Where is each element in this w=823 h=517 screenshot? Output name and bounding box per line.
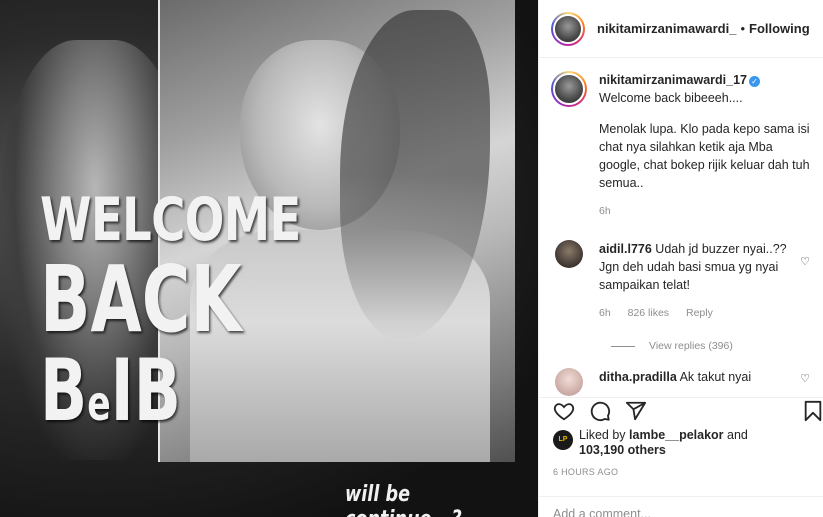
caption-line-2: Menolak lupa. Klo pada kepo sama isi cha… — [599, 122, 810, 190]
caption: nikitamirzanimawardi_17 ✓ Welcome back bib… — [551, 71, 810, 220]
caption-body: nikitamirzanimawardi_17 ✓ Welcome back bib… — [599, 71, 810, 220]
view-replies-label: View replies (396) — [649, 340, 733, 352]
likes-mid: and — [727, 428, 748, 442]
liker-avatar[interactable]: LP — [553, 430, 573, 450]
comment-body: aidil.l776 Udah jd buzzer nyai..?? Jgn d… — [599, 240, 799, 322]
overlay-title: WELCOME BACK BeIB — [40, 190, 374, 434]
comment-body: ditha.pradilla Ak takut nyai — [599, 368, 799, 396]
header-avatar[interactable] — [551, 11, 585, 46]
comment-like-heart-icon[interactable]: ♡ — [800, 372, 810, 385]
comments-section[interactable]: nikitamirzanimawardi_17 ✓ Welcome back bib… — [539, 59, 823, 397]
comment-time[interactable]: 6h — [599, 307, 611, 319]
overlay-line-2: BACK — [40, 246, 242, 353]
post-image[interactable]: WELCOME BACK BeIB will be continue...? — [0, 0, 538, 517]
liker-username[interactable]: lambe__pelakor — [629, 428, 724, 442]
comment-username[interactable]: ditha.pradilla — [599, 370, 677, 384]
caption-meta: 6h — [599, 202, 810, 220]
view-replies-button[interactable]: View replies (396) — [611, 340, 810, 352]
caption-time[interactable]: 6h — [599, 205, 611, 217]
comment-item: aidil.l776 Udah jd buzzer nyai..?? Jgn d… — [551, 240, 810, 322]
overlay-line-3-a: B — [40, 341, 88, 441]
header-username[interactable]: nikitamirzanimawardi_ — [597, 21, 736, 36]
comment-username[interactable]: aidil.l776 — [599, 242, 652, 256]
caption-text-1: nikitamirzanimawardi_17 ✓ Welcome back bib… — [599, 71, 810, 107]
heart-icon[interactable] — [553, 400, 575, 427]
avatar — [553, 73, 585, 105]
comment-item: ditha.pradilla Ak takut nyai ♡ — [551, 368, 810, 396]
likes-count[interactable]: 103,190 others — [579, 443, 666, 457]
replies-divider — [611, 345, 635, 347]
overlay-line-3-c: IB — [110, 341, 181, 441]
add-comment-input[interactable]: Add a comment... — [539, 496, 823, 517]
caption-line-1: Welcome back bibeeeh.... — [599, 91, 743, 105]
likes-summary: LP Liked by lambe__pelakor and 103,190 o… — [553, 428, 748, 458]
post-timestamp[interactable]: 6 HOURS AGO — [553, 467, 618, 477]
likes-text: Liked by lambe__pelakor and 103,190 othe… — [579, 428, 748, 458]
comment-text: Ak takut nyai — [679, 370, 752, 384]
comment-avatar[interactable] — [555, 240, 583, 268]
comment-likes[interactable]: 826 likes — [628, 307, 669, 319]
post-header: nikitamirzanimawardi_ • Following — [539, 0, 823, 58]
comment-meta: 6h 826 likes Reply — [599, 304, 799, 322]
following-button[interactable]: Following — [749, 21, 810, 36]
action-bar — [539, 397, 823, 425]
post-side-panel: nikitamirzanimawardi_ • Following nikita… — [538, 0, 823, 517]
overlay-footer: will be continue...? — [345, 482, 462, 517]
verified-badge-icon: ✓ — [748, 76, 760, 87]
reply-button[interactable]: Reply — [686, 307, 713, 319]
comment-like-heart-icon[interactable]: ♡ — [800, 255, 810, 268]
avatar — [553, 13, 583, 44]
overlay-line-3-b: e — [87, 376, 111, 432]
caption-avatar[interactable] — [551, 71, 587, 107]
caption-username[interactable]: nikitamirzanimawardi_17 — [599, 73, 747, 87]
comment-avatar[interactable] — [555, 368, 583, 396]
overlay-line-1: WELCOME — [40, 185, 301, 255]
overlay-line-3: BeIB — [40, 348, 281, 434]
comment-icon[interactable] — [589, 400, 611, 427]
bookmark-icon[interactable] — [803, 400, 823, 427]
header-separator: • — [740, 21, 746, 36]
likes-prefix: Liked by — [579, 428, 626, 442]
share-icon[interactable] — [625, 400, 647, 427]
